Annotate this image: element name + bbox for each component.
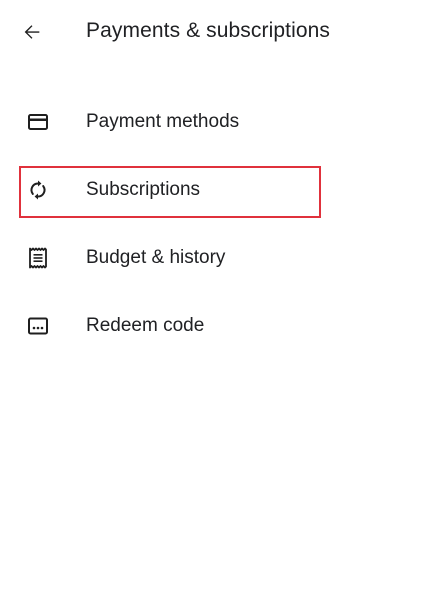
redeem-code-icon: [26, 314, 50, 338]
credit-card-icon: [26, 110, 50, 134]
menu-item-label: Payment methods: [86, 111, 240, 132]
highlight-box: [19, 166, 321, 218]
menu-item-label: Budget & history: [86, 247, 226, 268]
menu-item-payment-methods[interactable]: Payment methods: [0, 88, 440, 156]
menu-list: Payment methods Subscriptions Budget & h…: [0, 88, 440, 360]
arrow-back-icon: [24, 25, 40, 39]
back-button[interactable]: [14, 14, 50, 50]
menu-item-label: Redeem code: [86, 315, 205, 336]
menu-item-redeem-code[interactable]: Redeem code: [0, 292, 440, 360]
app-bar: Payments & subscriptions: [0, 0, 440, 62]
receipt-icon: [26, 246, 50, 270]
page-title: Payments & subscriptions: [86, 19, 331, 42]
menu-item-budget-history[interactable]: Budget & history: [0, 224, 440, 292]
